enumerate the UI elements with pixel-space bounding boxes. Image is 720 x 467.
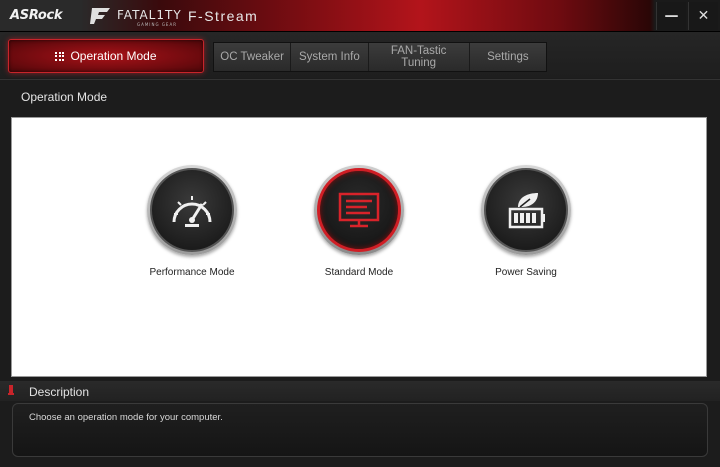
tab-oc-tweaker[interactable]: OC Tweaker [214,43,292,71]
performance-mode-option[interactable]: Performance Mode [137,165,247,278]
standard-mode-button[interactable] [314,165,404,255]
tab-operation-mode-label: Operation Mode [70,49,157,63]
standard-mode-option[interactable]: Standard Mode [304,165,414,278]
tab-fan-tastic-tuning[interactable]: FAN-Tastic Tuning [369,43,470,71]
mode-panel: Performance Mode Standard Mode Power Sav… [11,117,707,377]
tab-settings[interactable]: Settings [470,43,546,71]
power-saving-button[interactable] [481,165,571,255]
performance-mode-label: Performance Mode [149,267,235,278]
tab-system-info[interactable]: System Info [291,43,369,71]
tab-bar: Operation Mode OC Tweaker System Info FA… [0,32,720,78]
speedometer-icon [172,196,212,227]
title-bar: ASRock FATAL1TY GAMING GEAR F-Stream — ✕ [0,0,720,32]
grid-icon [55,51,65,61]
description-title: Description [29,385,90,399]
fatal1ty-wordmark: FATAL1TY [117,8,182,22]
tab-group: OC Tweaker System Info FAN-Tastic Tuning… [213,42,547,72]
minimize-button[interactable]: — [656,2,686,30]
power-saving-option[interactable]: Power Saving [471,165,581,278]
minimize-icon: — [664,8,679,24]
power-saving-label: Power Saving [495,267,557,278]
standard-mode-label: Standard Mode [324,267,394,278]
fatal1ty-logo-icon [90,8,110,24]
divider [0,79,720,80]
app-title: F-Stream [188,8,259,24]
close-icon: ✕ [697,8,710,24]
info-marker-icon [8,385,14,395]
description-text: Choose an operation mode for your comput… [29,412,223,423]
close-button[interactable]: ✕ [688,2,718,30]
leaf-battery-icon [508,193,545,229]
fatal1ty-subtitle: GAMING GEAR [137,22,177,27]
page-title: Operation Mode [21,90,108,104]
tab-operation-mode[interactable]: Operation Mode [8,39,204,73]
monitor-icon [338,192,380,228]
description-header [0,381,720,401]
asrock-logo: ASRock [10,8,63,23]
performance-mode-button[interactable] [147,165,237,255]
